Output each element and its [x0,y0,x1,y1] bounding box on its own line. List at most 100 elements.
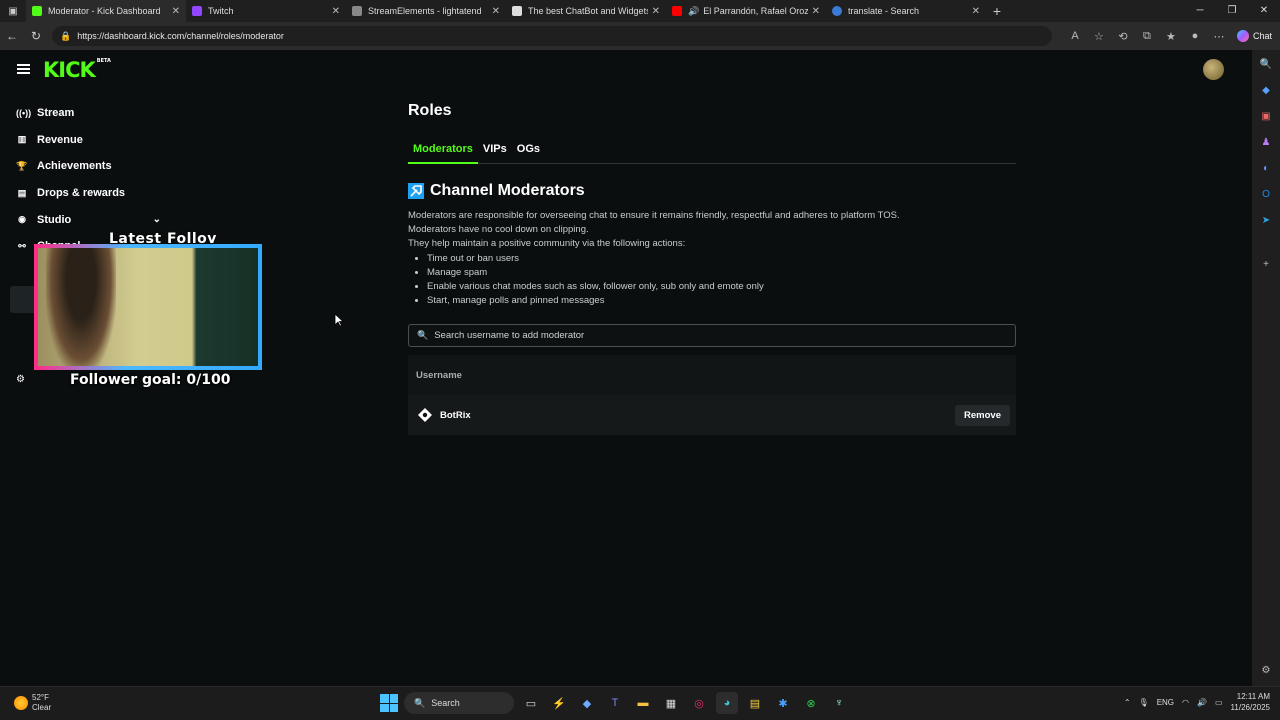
tab-title: Twitch [208,6,234,16]
streaming-app-icon[interactable]: ♆ [828,692,850,714]
close-tab-icon[interactable]: ✕ [172,6,180,17]
remove-moderator-button[interactable]: Remove [955,404,1010,426]
avatar[interactable] [1203,59,1224,80]
close-window-icon[interactable]: ✕ [1248,0,1280,22]
webcam-feed [34,244,262,370]
latest-follower-label: Latest Follov [109,231,217,247]
time: 12:11 AM [1236,692,1270,701]
chevron-up-icon[interactable]: ⌃ [1124,698,1131,707]
sidebar-item-stream[interactable]: ((•)) Stream [0,100,175,127]
desc-line: Moderators are responsible for overseein… [408,210,900,221]
taskbar-search[interactable]: 🔍 Search [404,692,514,714]
close-tab-icon[interactable]: ✕ [492,6,500,17]
search-icon[interactable]: 🔍 [1259,58,1273,72]
close-tab-icon[interactable]: ✕ [972,6,980,17]
edge-icon[interactable]: ◕ [716,692,738,714]
favorite-star-icon[interactable]: ☆ [1087,30,1111,43]
xbox-icon[interactable]: ⊗ [800,692,822,714]
copilot-icon [1236,30,1249,42]
split-screen-icon[interactable]: ⧉ [1135,30,1159,43]
speaker-icon[interactable]: 🔊 [688,6,699,17]
weather-widget[interactable]: 52°F Clear [14,693,51,713]
tab-vips[interactable]: VIPs [478,142,512,164]
sidebar-item-revenue[interactable]: ▥ Revenue [0,127,175,154]
tab-streamelements[interactable]: StreamElements - lightatend ✕ [346,0,506,22]
search-input[interactable] [434,330,995,341]
clock[interactable]: 12:11 AM 11/26/2025 [1231,691,1270,713]
teams-icon[interactable]: T [604,692,626,714]
kick-header: KICK BETA [0,50,1252,90]
temperature: 52°F [32,693,49,702]
file-explorer-icon[interactable]: ▬ [632,692,654,714]
sidebar-item-studio[interactable]: ◉ Studio ⌄ [0,206,175,233]
outlook-icon[interactable]: O [1259,188,1273,202]
lock-icon[interactable]: 🔒 [60,31,71,42]
gear-icon[interactable]: ⚙ [1259,664,1273,678]
copilot-app-icon[interactable]: ◐ [1259,162,1273,176]
volume-icon[interactable]: 🔊 [1197,698,1207,707]
minimize-icon[interactable]: ─ [1184,0,1216,22]
windows-start-icon[interactable] [380,694,398,712]
tab-chatbot[interactable]: The best ChatBot and Widgets fo ✕ [506,0,666,22]
read-aloud-icon[interactable]: A [1063,30,1087,43]
close-tab-icon[interactable]: ✕ [652,6,660,17]
games-icon[interactable]: ♟ [1259,136,1273,150]
notes-icon[interactable]: ▤ [744,692,766,714]
address-bar[interactable]: 🔒 https://dashboard.kick.com/channel/rol… [52,26,1052,46]
twitch-favicon-icon [192,6,202,16]
close-tab-icon[interactable]: ✕ [812,6,820,17]
tab-title: The best ChatBot and Widgets fo [528,6,648,16]
sidebar-item-drops[interactable]: ▤ Drops & rewards [0,180,175,207]
column-username: Username [416,369,462,381]
app-icon[interactable]: ⚡ [548,692,570,714]
more-icon[interactable]: ⋯ [1207,30,1231,43]
add-icon[interactable]: + [1259,258,1273,272]
microphone-icon[interactable]: 🎙 [1139,698,1149,707]
tab-ogs[interactable]: OGs [512,142,545,164]
copilot-taskbar-icon[interactable]: ◆ [576,692,598,714]
store-icon[interactable]: ▦ [660,692,682,714]
windows-taskbar: 52°F Clear 🔍 Search ▭ ⚡ ◆ T ▬ ▦ ◎ ◕ ▤ ✱ … [0,686,1280,720]
battery-icon[interactable]: ▭ [1215,698,1223,707]
restore-icon[interactable]: ❐ [1216,0,1248,22]
moderator-search-box[interactable]: 🔍 [408,324,1016,347]
tab-youtube[interactable]: 🔊 El Parrandón, Rafael Orozco ✕ [666,0,826,22]
language-indicator[interactable]: ENG [1157,698,1174,707]
url-text: https://dashboard.kick.com/channel/roles… [77,31,284,41]
instagram-icon[interactable]: ◎ [688,692,710,714]
tab-search[interactable]: translate - Search ✕ [826,0,986,22]
shopping-tag-icon[interactable]: ◆ [1259,84,1273,98]
gear-icon: ⚙ [16,373,25,385]
extensions-icon[interactable]: ⟲ [1111,30,1135,43]
wifi-icon[interactable]: ◠ [1182,698,1189,707]
moderators-table: Username BotRix Remove [408,355,1016,435]
kick-logo[interactable]: KICK BETA [43,58,111,82]
tab-kick-dashboard[interactable]: Moderator - Kick Dashboard ✕ [26,0,186,22]
profile-icon[interactable]: ● [1183,30,1207,43]
refresh-icon[interactable]: ↻ [24,29,48,43]
chevron-down-icon[interactable]: ⌄ [153,214,161,225]
menu-icon[interactable] [17,64,30,74]
back-icon[interactable]: ← [0,29,24,43]
close-tab-icon[interactable]: ✕ [332,6,340,17]
copilot-chat-button[interactable]: Chat [1236,30,1272,42]
task-view-icon[interactable]: ▭ [520,692,542,714]
list-item: Manage spam [427,266,1016,280]
tab-twitch[interactable]: Twitch ✕ [186,0,346,22]
tab-moderators[interactable]: Moderators [408,142,478,164]
date: 11/26/2025 [1230,703,1270,712]
sidebar-item-label: Drops & rewards [37,187,126,200]
tab-title: StreamElements - lightatend [368,6,482,16]
snowflake-app-icon[interactable]: ✱ [772,692,794,714]
webcam-overlay: Latest Follov Follower goal: 0/100 [34,231,264,398]
new-tab-icon[interactable]: + [986,3,1008,19]
favorites-icon[interactable]: ★ [1159,30,1183,43]
chat-label: Chat [1252,31,1272,41]
sidebar-item-achievements[interactable]: 🏆 Achievements [0,153,175,180]
botrix-favicon-icon [512,6,522,16]
telegram-icon[interactable]: ➤ [1259,214,1273,228]
desc-line: They help maintain a positive community … [408,238,686,249]
streamelements-favicon-icon [352,6,362,16]
tab-actions-icon[interactable]: ▣ [0,0,26,22]
toolbox-icon[interactable]: ▣ [1259,110,1273,124]
